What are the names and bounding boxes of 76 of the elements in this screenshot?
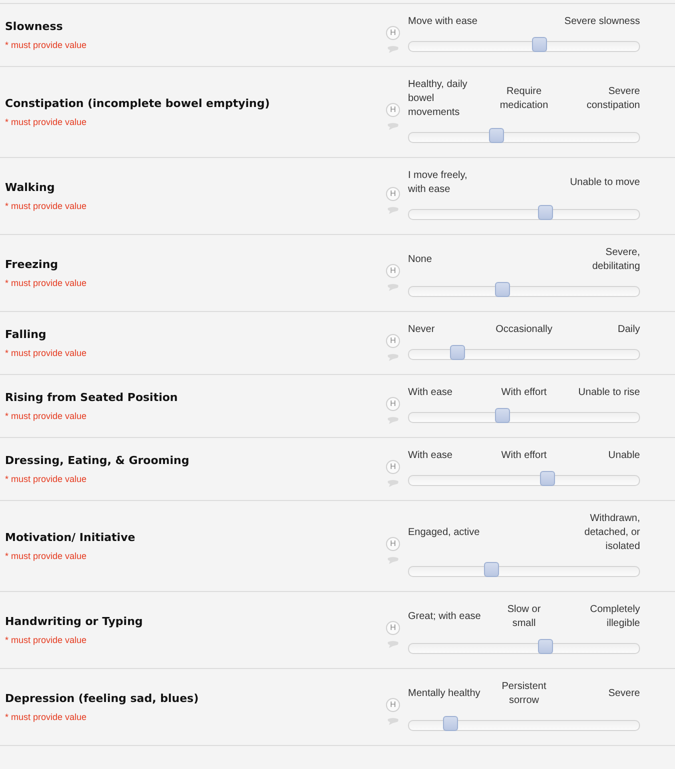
slider-thumb[interactable] — [450, 345, 465, 360]
scale-label: With ease — [408, 386, 452, 400]
help-badge[interactable]: H — [386, 621, 400, 635]
question-title: Motivation/ Initiative — [5, 531, 136, 544]
question-title: Handwriting or Typing — [5, 615, 144, 628]
help-badge[interactable]: H — [386, 397, 400, 411]
slider-thumb[interactable] — [538, 205, 553, 220]
help-badge[interactable]: H — [386, 264, 400, 278]
scale-label: With effort — [501, 386, 547, 400]
scale-label: With ease — [408, 449, 452, 463]
scale-label: None — [408, 253, 432, 267]
scale-label: Mentally healthy — [408, 687, 480, 701]
required-note: * must provide value — [5, 348, 88, 358]
scale-label: Unable to rise — [578, 386, 640, 400]
scale-label: Never — [408, 323, 435, 337]
slider-thumb[interactable] — [540, 471, 556, 486]
scale-label: Severe — [608, 687, 640, 701]
comment-icon[interactable] — [387, 284, 399, 292]
scale-label: Withdrawn, detached, or isolated — [583, 512, 640, 554]
scale-label: Unable — [608, 449, 640, 463]
slider-thumb[interactable] — [538, 639, 553, 654]
comment-icon[interactable] — [387, 417, 399, 425]
question-title: Falling — [5, 328, 48, 341]
scale-label: Great; with ease — [408, 610, 481, 624]
required-note: * must provide value — [5, 474, 88, 484]
scale-label: Daily — [618, 323, 640, 337]
required-note: * must provide value — [5, 117, 88, 127]
question-title: Walking — [5, 181, 56, 194]
required-note: * must provide value — [5, 635, 88, 645]
scale-label: Require medication — [498, 85, 550, 113]
question-title: Constipation (incomplete bowel emptying) — [5, 97, 271, 110]
scale-label: Healthy, daily bowel movements — [408, 78, 468, 120]
slider-thumb[interactable] — [495, 282, 510, 297]
scale-label: With effort — [501, 449, 547, 463]
scale-label: Severe slowness — [564, 15, 640, 29]
question-title: Freezing — [5, 258, 60, 271]
comment-icon[interactable] — [387, 557, 399, 565]
scale-label: Persistent sorrow — [500, 680, 548, 708]
help-badge[interactable]: H — [386, 103, 400, 117]
comment-icon[interactable] — [387, 641, 399, 649]
comment-icon[interactable] — [387, 207, 399, 215]
comment-icon[interactable] — [387, 718, 399, 726]
required-note: * must provide value — [5, 411, 88, 421]
required-note: * must provide value — [5, 712, 88, 722]
slider-thumb[interactable] — [488, 128, 504, 143]
comment-icon[interactable] — [387, 354, 399, 362]
slider-thumb[interactable] — [443, 716, 458, 731]
required-note: * must provide value — [5, 40, 88, 50]
scale-label: Severe, debilitating — [591, 246, 640, 274]
required-note: * must provide value — [5, 278, 88, 288]
slider-thumb[interactable] — [532, 37, 547, 52]
comment-icon[interactable] — [387, 480, 399, 488]
comment-icon[interactable] — [387, 123, 399, 131]
required-note: * must provide value — [5, 201, 88, 211]
scale-label: Move with ease — [408, 15, 478, 29]
scale-label: Occasionally — [496, 323, 552, 337]
required-note: * must provide value — [5, 551, 88, 561]
help-badge[interactable]: H — [386, 187, 400, 201]
slider-thumb[interactable] — [484, 562, 500, 577]
scale-label: Unable to move — [570, 176, 640, 190]
scale-label: I move freely, with ease — [408, 169, 468, 197]
question-title: Rising from Seated Position — [5, 391, 179, 404]
question-title: Slowness — [5, 20, 64, 33]
help-badge[interactable]: H — [386, 460, 400, 474]
scale-label: Severe constipation — [586, 85, 640, 113]
help-badge[interactable]: H — [386, 26, 400, 40]
question-title: Depression (feeling sad, blues) — [5, 692, 200, 705]
question-title: Dressing, Eating, & Grooming — [5, 454, 190, 467]
slider-thumb[interactable] — [495, 408, 510, 423]
help-badge[interactable]: H — [386, 698, 400, 712]
comment-icon[interactable] — [387, 46, 399, 54]
scale-label: Completely illegible — [588, 603, 640, 631]
help-badge[interactable]: H — [386, 537, 400, 551]
scale-label: Engaged, active — [408, 526, 480, 540]
help-badge[interactable]: H — [386, 334, 400, 348]
scale-label: Slow or small — [506, 603, 542, 631]
